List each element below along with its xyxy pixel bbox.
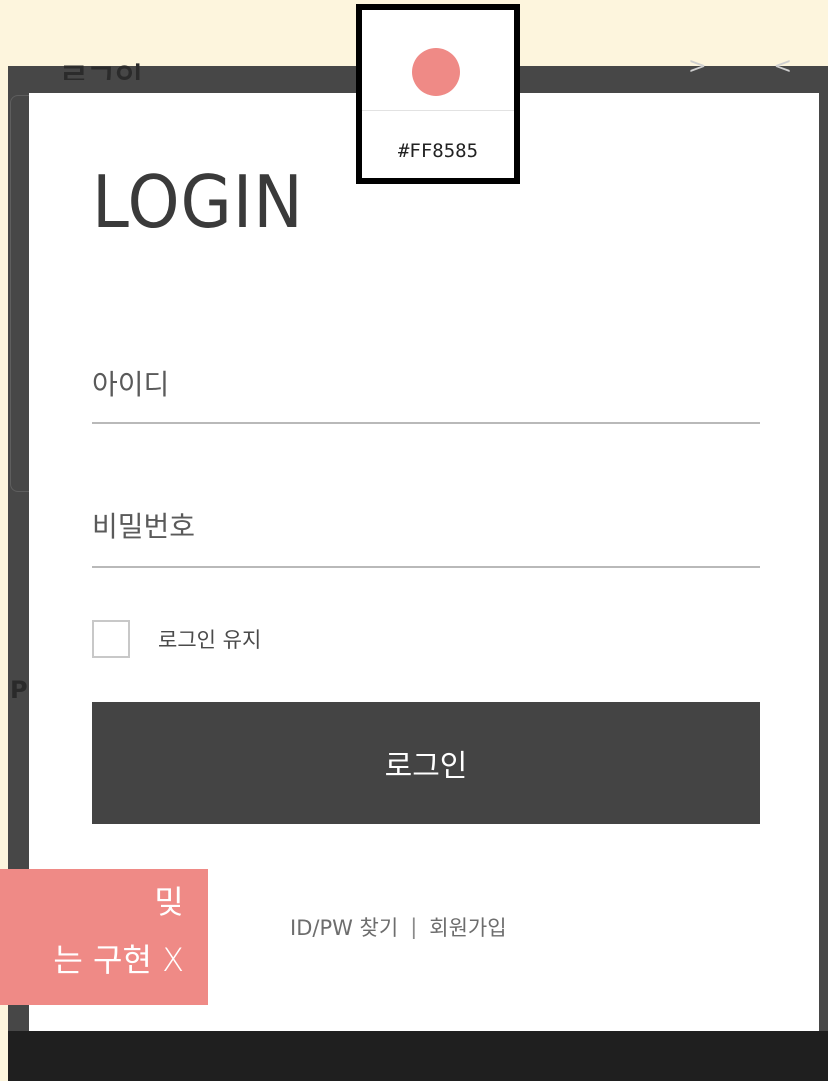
color-hex-label: #FF8585 (397, 140, 479, 162)
annotation-text: 밎 는 구현 X (53, 873, 184, 989)
signup-link[interactable]: 회원가입 (429, 912, 506, 942)
annotation-note: 밎 는 구현 X (0, 869, 208, 1005)
keep-login-checkbox[interactable] (92, 620, 130, 658)
swatch-divider (362, 110, 514, 111)
background-page-title: 로그인 (60, 62, 143, 80)
link-separator: | (410, 915, 418, 939)
password-field-wrapper (92, 510, 760, 568)
color-swatch-card: #FF8585 (356, 4, 520, 184)
background-chevrons: > < (688, 54, 822, 79)
annotation-line-2: 는 구현 X (53, 941, 184, 979)
annotation-line-1: 밎 (154, 883, 184, 921)
account-links: ID/PW 찾기 | 회원가입 (290, 912, 507, 942)
keep-login-label: 로그인 유지 (158, 628, 262, 652)
login-button[interactable]: 로그인 (92, 702, 760, 824)
find-id-pw-link[interactable]: ID/PW 찾기 (290, 912, 398, 942)
background-footer-bar (8, 1031, 828, 1081)
id-input[interactable] (92, 368, 760, 409)
keep-login-row[interactable]: 로그인 유지 (92, 618, 261, 660)
login-title: LOGIN (92, 160, 304, 244)
background-letter: P (10, 676, 28, 704)
color-swatch-dot (412, 48, 460, 96)
id-field-wrapper (92, 368, 760, 424)
password-input[interactable] (92, 510, 760, 551)
